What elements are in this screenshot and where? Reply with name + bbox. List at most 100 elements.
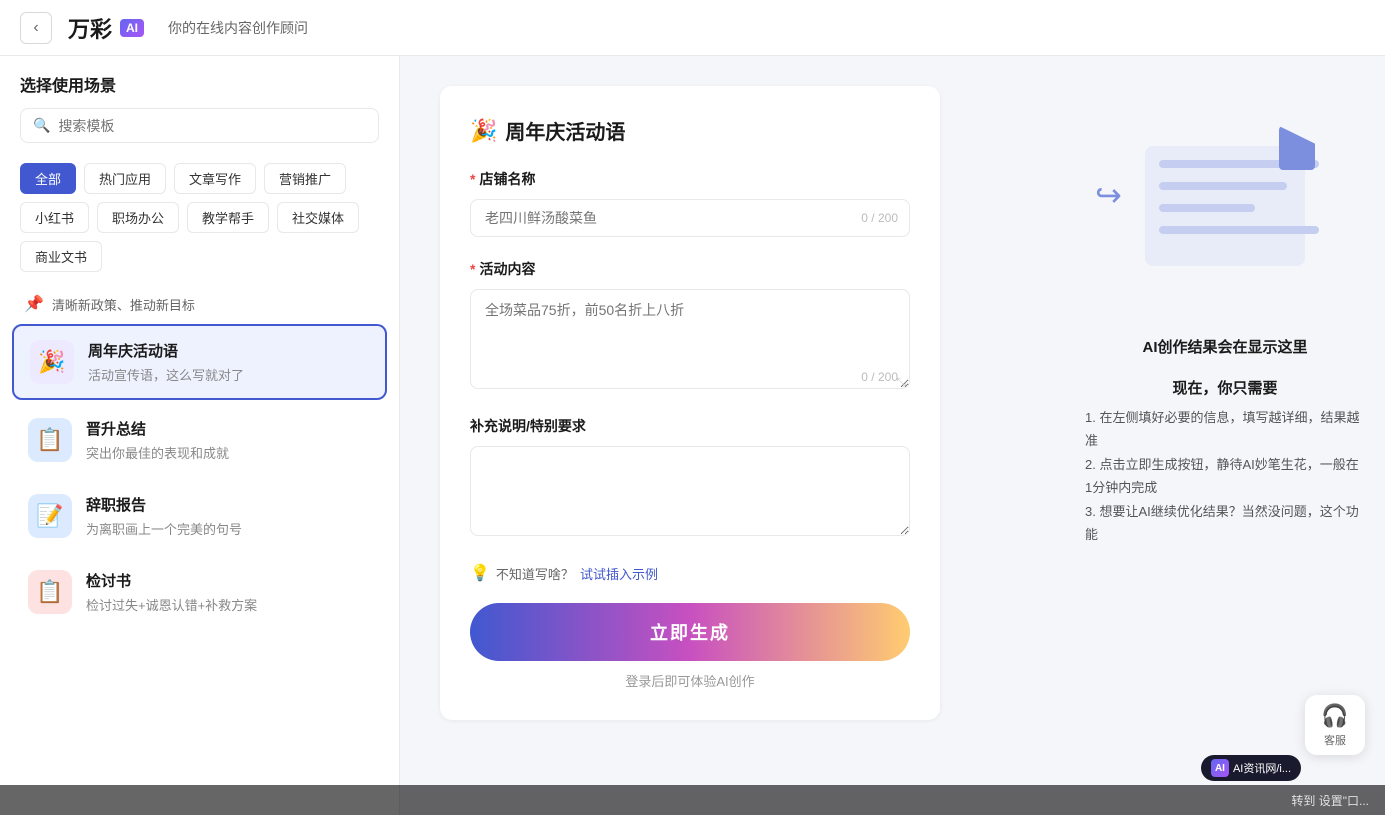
label-supplement-text: 补充说明/特别要求 xyxy=(470,416,586,436)
label-activity-text: 活动内容 xyxy=(479,259,535,279)
illustration-arrow: ↩ xyxy=(1095,176,1122,214)
template-item-review[interactable]: 📋 检讨书 检讨过失+诚恩认错+补救方案 xyxy=(12,556,387,628)
template-icon-review: 📋 xyxy=(28,570,72,614)
tag-office[interactable]: 职场办公 xyxy=(97,202,179,233)
textarea-activity-content[interactable] xyxy=(470,289,910,389)
bottom-bar-text: 转到 设置"口... xyxy=(1291,792,1369,809)
template-desc-anniversary: 活动宣传语，这么写就对了 xyxy=(88,365,369,384)
promo-icon: 📌 xyxy=(24,294,44,314)
sidebar-title: 选择使用场景 xyxy=(20,72,379,96)
ai-badge-icon: AI xyxy=(1211,759,1229,777)
template-name-review: 检讨书 xyxy=(86,570,371,591)
form-title: 🎉 周年庆活动语 xyxy=(470,116,910,145)
label-store-name: * 店铺名称 xyxy=(470,169,910,189)
field-store-name: * 店铺名称 0 / 200 xyxy=(470,169,910,237)
field-supplement: 补充说明/特别要求 xyxy=(470,416,910,541)
promo-item: 📌 清晰新政策、推动新目标 xyxy=(12,284,387,324)
back-button[interactable]: ‹ xyxy=(20,12,52,44)
template-name-promotion: 晋升总结 xyxy=(86,418,371,439)
input-store-name[interactable] xyxy=(470,199,910,237)
template-icon-anniversary: 🎉 xyxy=(30,340,74,384)
hint-row[interactable]: 💡 不知道写啥？ 试试插入示例 xyxy=(470,563,910,583)
illustration-step-1: 1. 在左侧填好必要的信息，填写越详细，结果越准 xyxy=(1085,406,1365,453)
char-count-store: 0 / 200 xyxy=(861,211,898,225)
customer-service-button[interactable]: 🎧 客服 xyxy=(1305,695,1365,755)
illustration-graphic: ↩ xyxy=(1125,126,1325,286)
search-input[interactable] xyxy=(58,118,366,134)
hint-icon: 💡 xyxy=(470,563,490,583)
form-title-text: 周年庆活动语 xyxy=(505,116,625,145)
generate-button[interactable]: 立即生成 xyxy=(470,603,910,661)
template-list: 📌 清晰新政策、推动新目标 🎉 周年庆活动语 活动宣传语，这么写就对了 📋 晋升… xyxy=(0,284,399,815)
template-desc-review: 检讨过失+诚恩认错+补救方案 xyxy=(86,595,371,614)
label-activity-content: * 活动内容 xyxy=(470,259,910,279)
sidebar: 选择使用场景 🔍 全部 热门应用 文章写作 营销推广 小红书 职场办公 教学帮手… xyxy=(0,56,400,815)
template-item-anniversary[interactable]: 🎉 周年庆活动语 活动宣传语，这么写就对了 xyxy=(12,324,387,400)
search-icon: 🔍 xyxy=(33,117,50,134)
tag-xiaohongshu[interactable]: 小红书 xyxy=(20,202,89,233)
input-row-store: 0 / 200 xyxy=(470,199,910,237)
doc-line-2 xyxy=(1159,182,1287,190)
promo-text: 清晰新政策、推动新目标 xyxy=(52,295,195,314)
content-area: 🎉 周年庆活动语 * 店铺名称 0 / 200 * 活动内容 xyxy=(400,56,1065,815)
template-name-anniversary: 周年庆活动语 xyxy=(88,340,369,361)
char-count-activity: 0 / 200 xyxy=(861,370,898,384)
back-icon: ‹ xyxy=(33,19,38,37)
field-activity-content: * 活动内容 0 / 200 ⤡ xyxy=(470,259,910,394)
tag-article[interactable]: 文章写作 xyxy=(174,163,256,194)
header-subtitle: 你的在线内容创作顾问 xyxy=(168,18,308,38)
label-store-name-text: 店铺名称 xyxy=(479,169,535,189)
tag-teaching[interactable]: 教学帮手 xyxy=(187,202,269,233)
hint-link[interactable]: 试试插入示例 xyxy=(580,564,658,583)
customer-service-label: 客服 xyxy=(1324,732,1346,748)
bottom-bar-content: AI AI资讯网/i... 转到 设置"口... xyxy=(1291,792,1369,809)
logo-area: 万彩 AI xyxy=(68,12,144,44)
template-info-anniversary: 周年庆活动语 活动宣传语，这么写就对了 xyxy=(88,340,369,384)
resize-handle: ⤡ xyxy=(896,375,906,390)
label-supplement: 补充说明/特别要求 xyxy=(470,416,910,436)
template-item-promotion[interactable]: 📋 晋升总结 突出你最佳的表现和成就 xyxy=(12,404,387,476)
tag-business[interactable]: 商业文书 xyxy=(20,241,102,272)
tags-area: 全部 热门应用 文章写作 营销推广 小红书 职场办公 教学帮手 社交媒体 商业文… xyxy=(0,155,399,284)
required-star-store: * xyxy=(470,171,475,187)
form-title-icon: 🎉 xyxy=(470,118,497,144)
tag-hot[interactable]: 热门应用 xyxy=(84,163,166,194)
illustration-steps: 1. 在左侧填好必要的信息，填写越详细，结果越准 2. 点击立即生成按钮，静待A… xyxy=(1085,406,1365,546)
bottom-bar: AI AI资讯网/i... 转到 设置"口... xyxy=(0,785,1385,815)
sidebar-header: 选择使用场景 🔍 xyxy=(0,56,399,155)
template-item-resignation[interactable]: 📝 辞职报告 为离职画上一个完美的句号 xyxy=(12,480,387,552)
textarea-wrap-supplement xyxy=(470,446,910,541)
customer-service-icon: 🎧 xyxy=(1321,703,1348,729)
ai-watermark-text: AI资讯网/i... xyxy=(1233,760,1291,776)
tag-social[interactable]: 社交媒体 xyxy=(277,202,359,233)
illustration-subtitle: 现在，你只需要 xyxy=(1085,377,1365,398)
template-info-review: 检讨书 检讨过失+诚恩认错+补救方案 xyxy=(86,570,371,614)
illustration-title: AI创作结果会在显示这里 xyxy=(1085,336,1365,357)
search-box: 🔍 xyxy=(20,108,379,143)
login-hint: 登录后即可体验AI创作 xyxy=(470,671,910,690)
template-desc-resignation: 为离职画上一个完美的句号 xyxy=(86,519,371,538)
header: ‹ 万彩 AI 你的在线内容创作顾问 xyxy=(0,0,1385,56)
main-layout: 选择使用场景 🔍 全部 热门应用 文章写作 营销推广 小红书 职场办公 教学帮手… xyxy=(0,56,1385,815)
illustration-step-3: 3. 想要让AI继续优化结果？当然没问题，这个功能 xyxy=(1085,500,1365,547)
doc-line-3 xyxy=(1159,204,1255,212)
textarea-supplement[interactable] xyxy=(470,446,910,536)
logo-ai-badge: AI xyxy=(120,19,144,37)
template-icon-promotion: 📋 xyxy=(28,418,72,462)
doc-line-4 xyxy=(1159,226,1319,234)
tag-marketing[interactable]: 营销推广 xyxy=(264,163,346,194)
template-icon-resignation: 📝 xyxy=(28,494,72,538)
textarea-wrap-activity: 0 / 200 ⤡ xyxy=(470,289,910,394)
required-star-activity: * xyxy=(470,261,475,277)
illustration-step-2: 2. 点击立即生成按钮，静待AI妙笔生花，一般在1分钟内完成 xyxy=(1085,453,1365,500)
template-info-resignation: 辞职报告 为离职画上一个完美的句号 xyxy=(86,494,371,538)
tag-all[interactable]: 全部 xyxy=(20,163,76,194)
template-info-promotion: 晋升总结 突出你最佳的表现和成就 xyxy=(86,418,371,462)
template-desc-promotion: 突出你最佳的表现和成就 xyxy=(86,443,371,462)
doc-corner xyxy=(1279,126,1315,170)
ai-watermark-badge: AI AI资讯网/i... xyxy=(1201,755,1301,781)
form-card: 🎉 周年庆活动语 * 店铺名称 0 / 200 * 活动内容 xyxy=(440,86,940,720)
illustration-text-block: AI创作结果会在显示这里 现在，你只需要 1. 在左侧填好必要的信息，填写越详细… xyxy=(1085,316,1365,546)
template-name-resignation: 辞职报告 xyxy=(86,494,371,515)
hint-text: 不知道写啥？ xyxy=(496,564,574,583)
